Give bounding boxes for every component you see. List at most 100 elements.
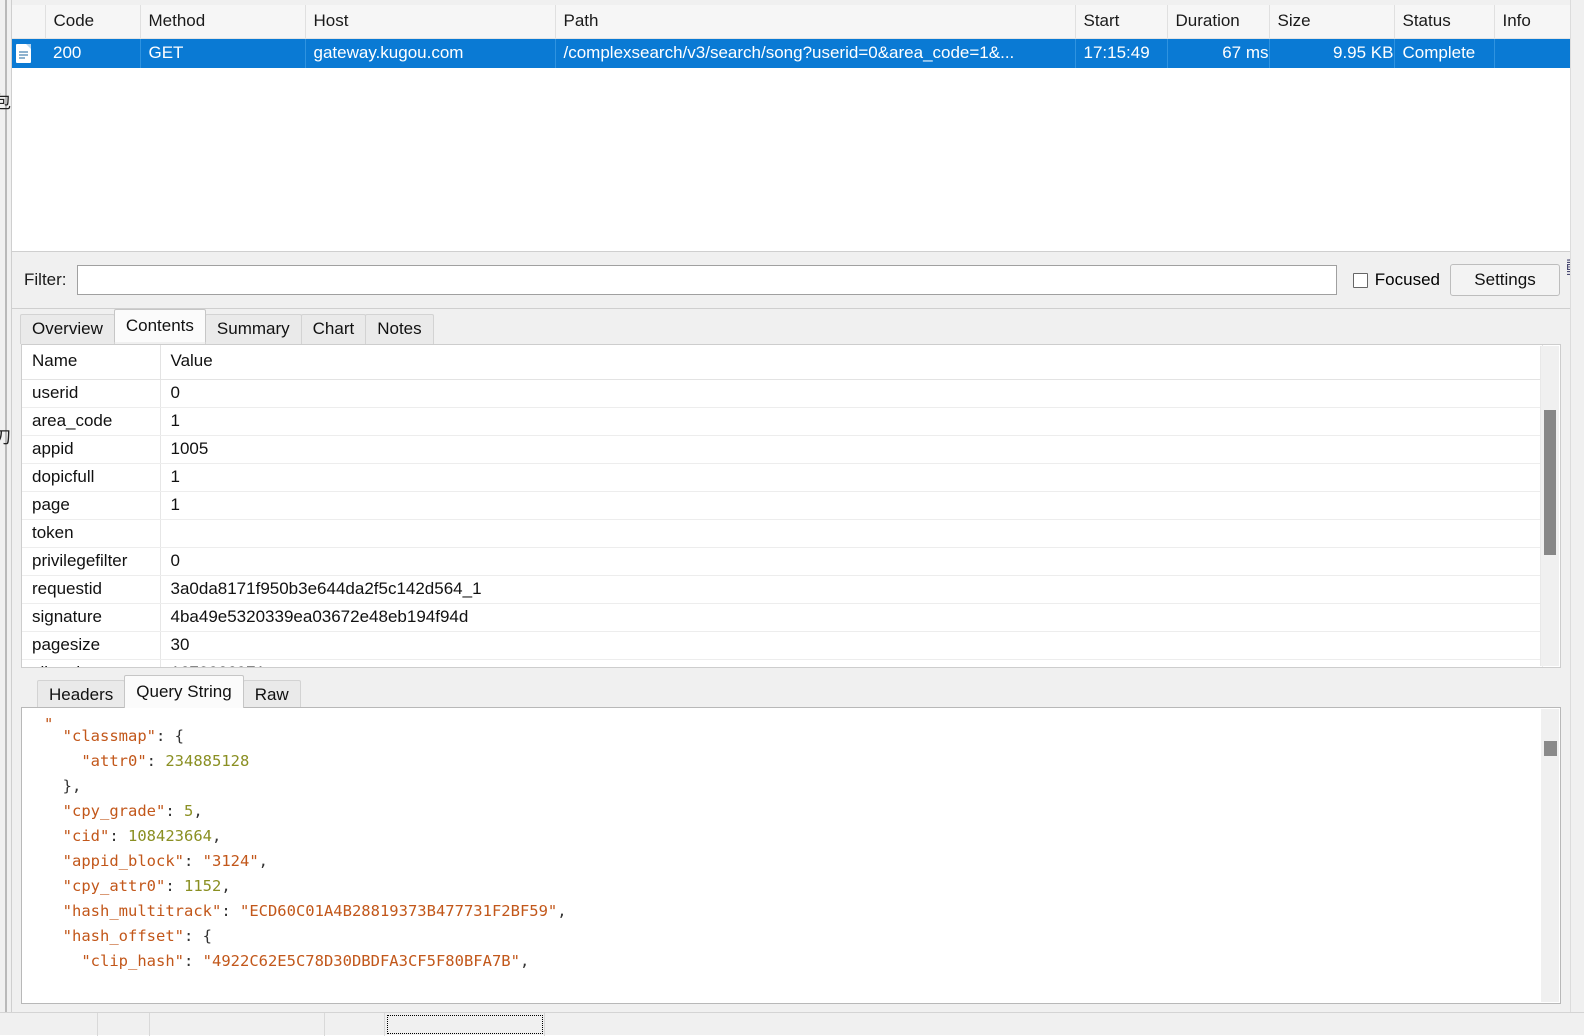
requests-table-panel[interactable]: Code Method Host Path Start Duration Siz… bbox=[11, 5, 1571, 252]
json-line: "attr0": 234885128 bbox=[81, 752, 250, 770]
param-value: 0 bbox=[160, 547, 1543, 576]
requests-table: Code Method Host Path Start Duration Siz… bbox=[12, 5, 1570, 69]
tab-raw[interactable]: Raw bbox=[242, 680, 301, 710]
cell-status: Complete bbox=[1394, 38, 1495, 69]
param-value: 1 bbox=[160, 463, 1543, 492]
requests-header-row: Code Method Host Path Start Duration Siz… bbox=[12, 5, 1570, 39]
tab-chart[interactable]: Chart bbox=[300, 314, 367, 344]
header-host[interactable]: Host bbox=[305, 5, 556, 39]
json-scrollbar[interactable] bbox=[1541, 709, 1559, 1002]
status-cell-focused[interactable] bbox=[385, 1012, 545, 1036]
table-row[interactable]: clienttime1678266971 bbox=[22, 659, 1543, 667]
table-row[interactable]: privilegefilter 0 bbox=[22, 547, 1543, 576]
left-dock-rail: 包 刀 bbox=[0, 0, 12, 1012]
params-header-value[interactable]: Value bbox=[160, 345, 1543, 380]
cell-duration: 67 ms bbox=[1167, 38, 1270, 69]
param-value: 1678266971 bbox=[160, 659, 1543, 667]
tab-query-string[interactable]: Query String bbox=[124, 675, 244, 708]
json-line: "hash_multitrack": "ECD60C01A4B28819373B… bbox=[62, 902, 567, 920]
tab-summary[interactable]: Summary bbox=[204, 314, 302, 344]
header-info[interactable]: Info bbox=[1494, 5, 1570, 39]
filter-bar: Filter: Focused Settings bbox=[11, 254, 1571, 306]
param-name: requestid bbox=[22, 575, 161, 604]
table-row[interactable]: pagesize 30 bbox=[22, 631, 1543, 660]
param-name: appid bbox=[22, 435, 161, 464]
params-header-name[interactable]: Name bbox=[22, 345, 161, 380]
param-value: 0 bbox=[160, 379, 1543, 408]
param-name: dopicfull bbox=[22, 463, 161, 492]
body-tabstrip-container: Headers Query String Raw bbox=[12, 675, 1570, 710]
tab-headers[interactable]: Headers bbox=[37, 680, 126, 710]
header-method[interactable]: Method bbox=[140, 5, 306, 39]
cell-path: /complexsearch/v3/search/song?userid=0&a… bbox=[555, 38, 1076, 69]
table-row[interactable]: signature 4ba49e5320339ea03672e48eb194f94… bbox=[22, 603, 1543, 632]
detail-tabstrip: Overview Contents Summary Chart Notes bbox=[12, 309, 1570, 344]
params-header-row: Name Value bbox=[22, 345, 1543, 380]
table-row[interactable]: userid 0 bbox=[22, 379, 1543, 408]
param-name: clienttime bbox=[22, 659, 161, 667]
param-name: area_code bbox=[22, 407, 161, 436]
param-name: pagesize bbox=[22, 631, 161, 660]
json-line: "classmap": { bbox=[62, 727, 185, 745]
header-start[interactable]: Start bbox=[1075, 5, 1168, 39]
param-value: 1005 bbox=[160, 435, 1543, 464]
focused-checkbox-label: Focused bbox=[1374, 270, 1440, 289]
table-row[interactable]: dopicfull 1 bbox=[22, 463, 1543, 492]
header-duration[interactable]: Duration bbox=[1167, 5, 1270, 39]
status-bar bbox=[0, 1012, 1584, 1036]
json-line: }, bbox=[62, 777, 82, 795]
header-icon-col bbox=[12, 5, 46, 39]
json-body-viewer[interactable]: ", "classmap": { "attr0": 234885128 }, "… bbox=[21, 707, 1561, 1004]
header-size[interactable]: Size bbox=[1269, 5, 1395, 39]
param-name: privilegefilter bbox=[22, 547, 161, 576]
param-name: userid bbox=[22, 379, 161, 408]
tab-overview[interactable]: Overview bbox=[20, 314, 115, 344]
params-scrollbar-thumb[interactable] bbox=[1544, 410, 1556, 555]
param-value bbox=[160, 519, 1543, 548]
json-line: "hash_offset": { bbox=[62, 927, 213, 945]
status-cell-1 bbox=[0, 1012, 98, 1036]
json-clipped-line: ", bbox=[44, 715, 63, 724]
table-row[interactable]: area_code 1 bbox=[22, 407, 1543, 436]
cell-code: 200 bbox=[45, 38, 141, 69]
param-name: token bbox=[22, 519, 161, 548]
params-scrollbar[interactable] bbox=[1540, 346, 1559, 666]
header-path[interactable]: Path bbox=[555, 5, 1076, 39]
header-code[interactable]: Code bbox=[45, 5, 141, 39]
table-row[interactable]: token bbox=[22, 519, 1543, 548]
row-document-icon-cell bbox=[12, 38, 45, 69]
table-row[interactable]: requestid 3a0da8171f950b3e644da2f5c142d56… bbox=[22, 575, 1543, 604]
table-row[interactable]: appid 1005 bbox=[22, 435, 1543, 464]
param-value: 4ba49e5320339ea03672e48eb194f94d bbox=[160, 603, 1543, 632]
tab-contents[interactable]: Contents bbox=[113, 309, 206, 342]
param-value: 3a0da8171f950b3e644da2f5c142d564_1 bbox=[160, 575, 1543, 604]
query-params-table: Name Value userid 0 area_code 1 appid 1005 … bbox=[22, 345, 1543, 667]
json-lines: "classmap": { "attr0": 234885128 }, "cpy… bbox=[44, 727, 567, 970]
cell-info bbox=[1494, 38, 1570, 69]
filter-label: Filter: bbox=[24, 270, 67, 289]
query-params-grid[interactable]: Name Value userid 0 area_code 1 appid 1005 … bbox=[21, 344, 1561, 668]
document-icon bbox=[16, 44, 31, 64]
table-row[interactable]: 200 GET gateway.kugou.com /complexsearch… bbox=[12, 38, 1570, 69]
filter-input[interactable] bbox=[76, 265, 1337, 295]
json-body-text: ", "classmap": { "attr0": 234885128 }, "… bbox=[22, 708, 1560, 974]
tab-notes[interactable]: Notes bbox=[365, 314, 434, 344]
json-scrollbar-thumb[interactable] bbox=[1544, 741, 1557, 756]
table-row[interactable]: page 1 bbox=[22, 491, 1543, 520]
window-scrollbar[interactable] bbox=[1570, 0, 1584, 1012]
param-name: signature bbox=[22, 603, 161, 632]
focused-checkbox-row[interactable]: Focused bbox=[1352, 270, 1440, 290]
focused-checkbox[interactable] bbox=[1352, 272, 1368, 288]
status-cell-4 bbox=[325, 1012, 385, 1036]
json-line: "cid": 108423664, bbox=[62, 827, 222, 845]
cell-start: 17:15:49 bbox=[1075, 38, 1168, 69]
rail-divider bbox=[5, 0, 7, 1012]
status-cell-6 bbox=[545, 1013, 1584, 1036]
json-line: "cpy_attr0": 1152, bbox=[62, 877, 231, 895]
status-cell-2 bbox=[98, 1012, 150, 1036]
json-line: "appid_block": "3124", bbox=[62, 852, 269, 870]
header-status[interactable]: Status bbox=[1394, 5, 1495, 39]
settings-button[interactable]: Settings bbox=[1450, 264, 1560, 296]
json-line: "cpy_grade": 5, bbox=[62, 802, 203, 820]
dock-glyph-bottom: 刀 bbox=[0, 430, 11, 447]
